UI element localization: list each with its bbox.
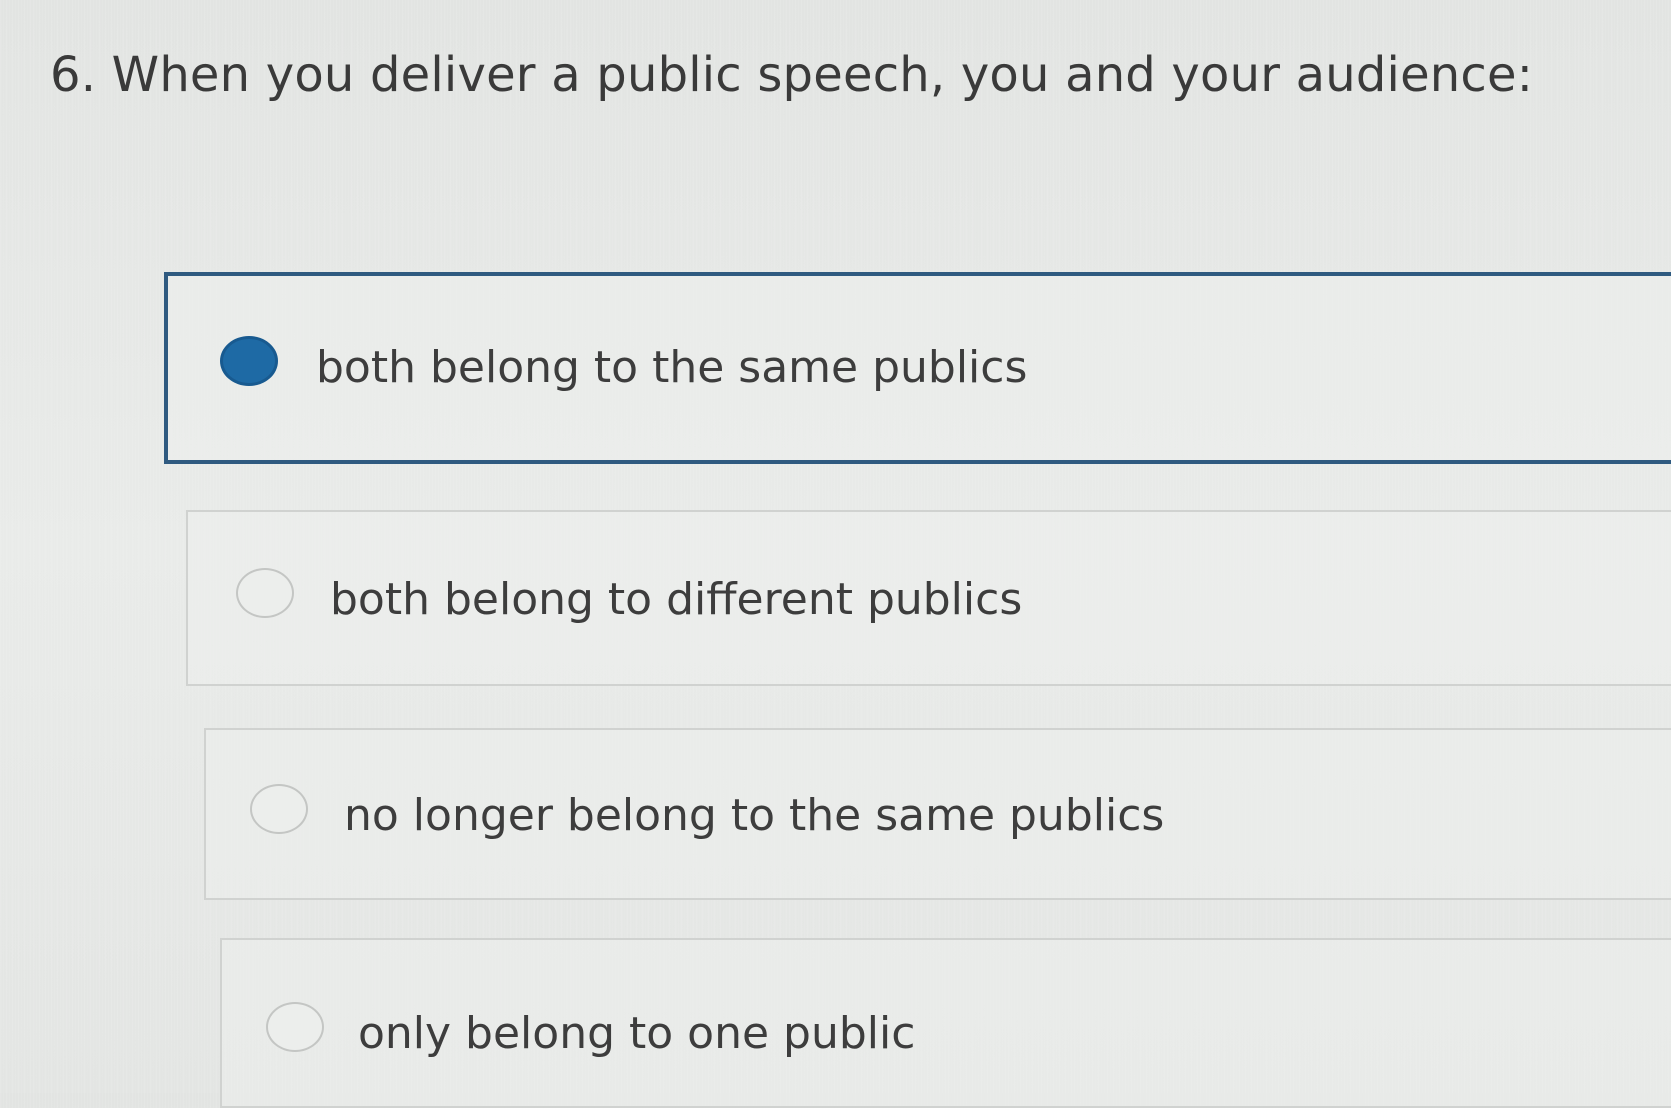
answer-choice-3[interactable]: no longer belong to the same publics xyxy=(204,728,1671,900)
radio-unselected-icon[interactable] xyxy=(266,1002,324,1052)
choice-label: only belong to one public xyxy=(358,1008,916,1059)
radio-unselected-icon[interactable] xyxy=(250,784,308,834)
answer-choice-2[interactable]: both belong to different publics xyxy=(186,510,1671,686)
radio-selected-icon[interactable] xyxy=(220,336,278,386)
answer-choice-4[interactable]: only belong to one public xyxy=(220,938,1671,1108)
answer-choice-1[interactable]: both belong to the same publics xyxy=(164,272,1671,464)
choice-label: both belong to the same publics xyxy=(316,342,1028,393)
question-text: 6. When you deliver a public speech, you… xyxy=(50,47,1534,103)
choice-label: both belong to different publics xyxy=(330,574,1023,625)
radio-unselected-icon[interactable] xyxy=(236,568,294,618)
choice-label: no longer belong to the same publics xyxy=(344,790,1165,841)
